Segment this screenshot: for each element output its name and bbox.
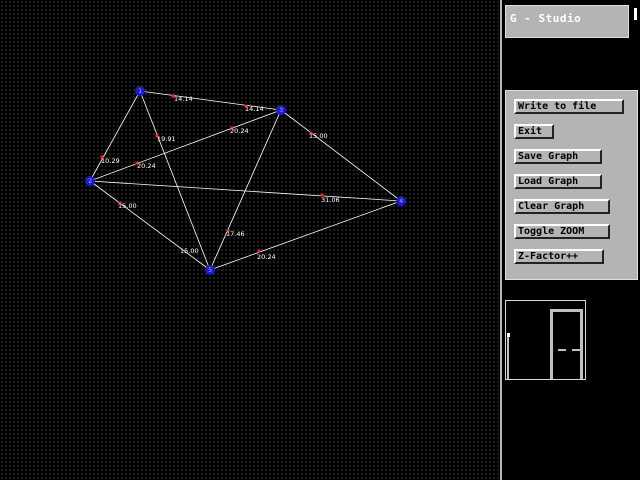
graph-drawing[interactable]: 14.14 14.14 10.29 19.91 20.24 20.24 31.06 15.00… <box>0 0 500 480</box>
edge-weight-label: 20.24 <box>137 162 156 170</box>
graph-edge[interactable] <box>89 180 211 271</box>
edge-weight-label: 15.00 <box>309 132 328 140</box>
minimap-left-bar <box>507 337 509 379</box>
edge-weight-label: 14.14 <box>245 105 264 113</box>
node-label: 1 <box>138 88 142 95</box>
edge-weight-label: 17.46 <box>226 230 245 238</box>
edge-weight-label: 20.24 <box>230 127 249 135</box>
minimap-right-bar <box>580 309 583 379</box>
save-graph-button[interactable]: Save Graph <box>514 149 602 164</box>
panel-divider <box>500 0 502 480</box>
graph-edge[interactable] <box>89 180 402 202</box>
edge-weight-label: 19.91 <box>157 135 176 143</box>
edge-weight-label: 15.00 <box>180 247 199 255</box>
z-factor-button[interactable]: Z-Factor++ <box>514 249 604 264</box>
toggle-zoom-button[interactable]: Toggle ZOOM <box>514 224 610 239</box>
node-label: 3 <box>279 107 283 114</box>
minimap-vertical-bar <box>550 309 553 379</box>
edge-weight-label: 31.06 <box>321 196 340 204</box>
control-panel: Write to file Exit Save Graph Load Graph… <box>505 90 638 280</box>
minimap-dash <box>572 349 580 351</box>
node-label: 4 <box>399 198 403 205</box>
edge-weight-label: 14.14 <box>174 95 193 103</box>
edge-weight-label: 10.29 <box>101 157 120 165</box>
app-title-box: G - Studio <box>505 5 629 38</box>
graph-edge[interactable] <box>89 109 282 182</box>
node-label: 5 <box>208 267 212 274</box>
graph-edge[interactable] <box>280 109 402 202</box>
exit-button[interactable]: Exit <box>514 124 554 139</box>
edge-weight-label: 15.00 <box>118 202 137 210</box>
minimap-dash <box>558 349 566 351</box>
graph-canvas[interactable]: 14.14 14.14 10.29 19.91 20.24 20.24 31.06 15.00… <box>0 0 500 480</box>
clear-graph-button[interactable]: Clear Graph <box>514 199 610 214</box>
corner-marker <box>634 8 637 20</box>
edge-weight-label: 20.24 <box>257 253 276 261</box>
zoom-minimap[interactable] <box>505 300 586 380</box>
graph-edge[interactable] <box>139 90 211 271</box>
load-graph-button[interactable]: Load Graph <box>514 174 602 189</box>
app-title: G - Studio <box>510 12 582 25</box>
graph-edge[interactable] <box>89 90 141 182</box>
minimap-top-bar <box>550 309 582 312</box>
write-to-file-button[interactable]: Write to file <box>514 99 624 114</box>
node-label: 2 <box>88 178 92 185</box>
